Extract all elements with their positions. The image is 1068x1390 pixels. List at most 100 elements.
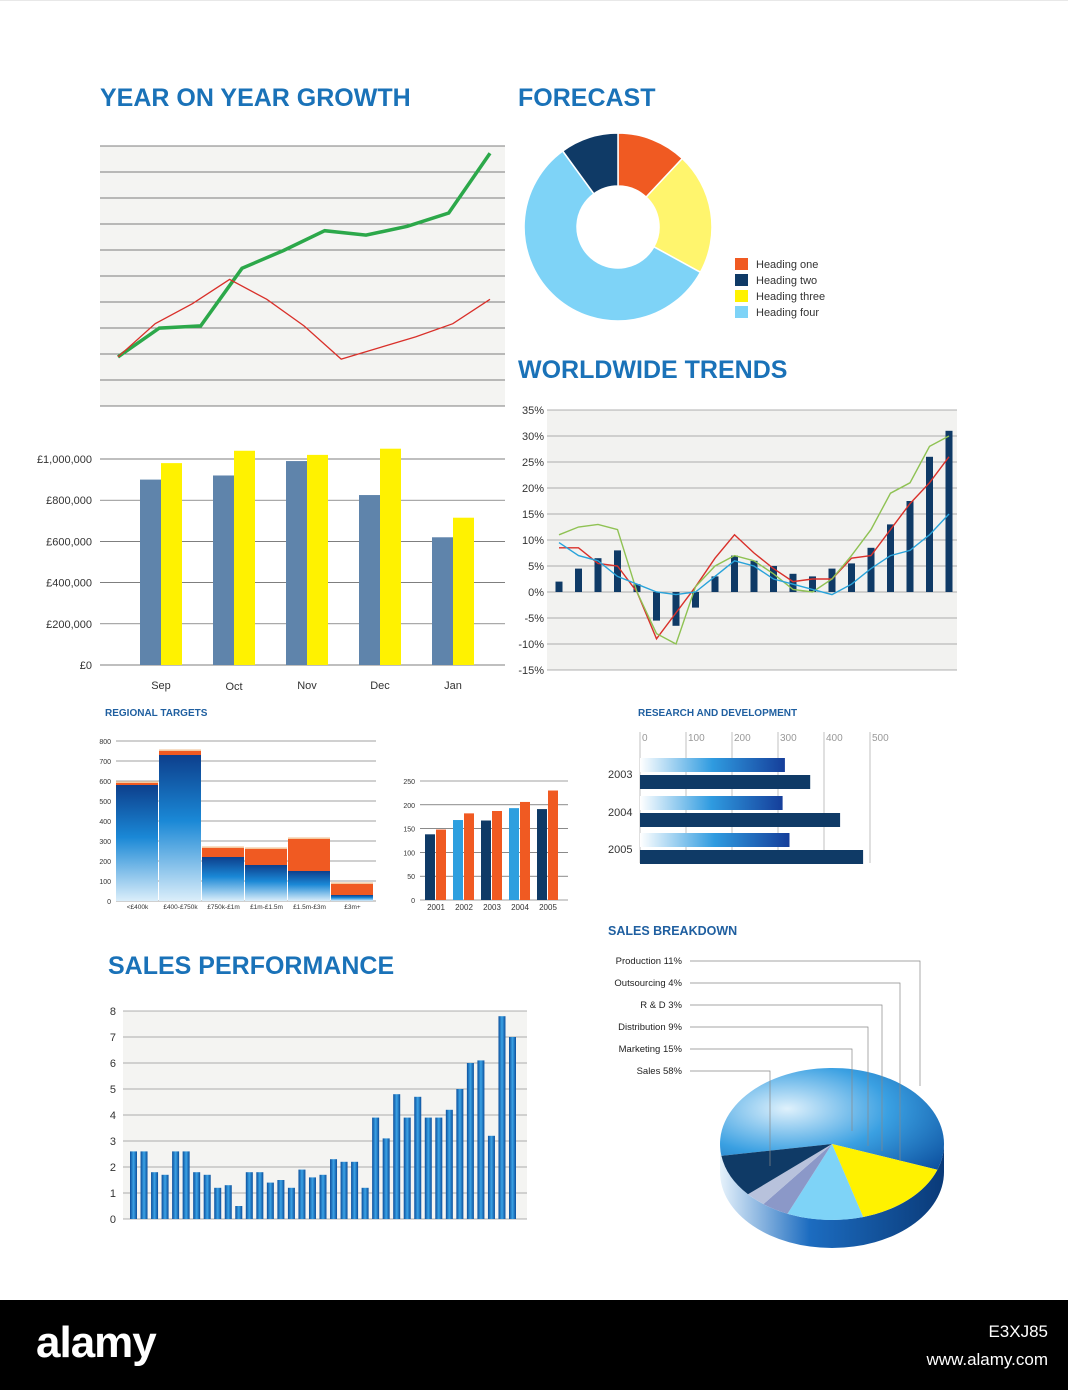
sales-ytick: 7 [110, 1032, 116, 1044]
monthly-bar-yellow [161, 463, 182, 665]
yearly-xtick: 2004 [511, 903, 529, 912]
rnd-bar-gradient [640, 796, 783, 810]
regional-segment-tan [159, 749, 201, 751]
regional-segment-tan [288, 837, 330, 839]
rnd-bar-navy [640, 813, 841, 827]
regional-xtick: £1.5m-£3m [293, 904, 326, 911]
forecast-legend-swatch [735, 274, 748, 286]
regional-segment-blue [159, 755, 201, 901]
regional-segment-orange [288, 839, 330, 871]
regional-ytick: 300 [99, 839, 111, 846]
yearly-bar [520, 801, 530, 900]
sales-bar [424, 1117, 432, 1219]
yearly-ytick: 100 [403, 850, 415, 857]
yearly-bar [464, 813, 474, 900]
poster: YEAR ON YEAR GROWTH FORECAST WORLDWIDE T… [0, 0, 1068, 1301]
trends-ytick: 20% [522, 483, 544, 495]
regional-segment-tan [331, 882, 373, 884]
sales-bar [151, 1172, 159, 1219]
charts-canvas: Heading one Heading two Heading three Headi… [37, 132, 957, 1248]
sales-bar [487, 1135, 495, 1219]
trends-bar [887, 524, 894, 592]
trends-bar [653, 592, 660, 621]
sales-bar [477, 1060, 485, 1219]
rnd-bar-navy [640, 775, 811, 789]
monthly-bar-yellow [453, 517, 474, 665]
sales-ytick: 6 [110, 1058, 116, 1070]
sales-ytick: 1 [110, 1188, 116, 1200]
regional-segment-blue [288, 871, 330, 901]
regional-ytick: 600 [99, 779, 111, 786]
yearly-ytick: 50 [407, 874, 415, 881]
sales-ytick: 3 [110, 1136, 116, 1148]
rnd-xtick: 500 [872, 733, 889, 744]
sales-bar [466, 1063, 474, 1219]
forecast-legend-label: Heading one [756, 259, 818, 271]
monthly-ytick: £200,000 [46, 619, 92, 631]
sales-bar [435, 1117, 443, 1219]
rnd-xtick: 400 [826, 733, 843, 744]
trends-bar [848, 563, 855, 592]
trends-ytick: -10% [518, 639, 544, 651]
sales-bar [330, 1159, 338, 1219]
trends-bar [614, 550, 621, 592]
trends-ytick: 0% [528, 587, 544, 599]
regional-segment-orange [331, 884, 373, 895]
monthly-bar-yellow [307, 454, 328, 665]
rnd-bar-gradient [640, 758, 785, 772]
sales-bar [319, 1174, 327, 1219]
sales-bar [235, 1206, 243, 1219]
regional-xtick: £750k-£1m [207, 904, 240, 911]
sales-ytick: 0 [110, 1214, 116, 1226]
monthly-bar-yellow [380, 448, 401, 665]
breakdown-leader [690, 960, 921, 1086]
trends-ytick: 10% [522, 535, 544, 547]
regional-ytick: 800 [99, 739, 111, 746]
rnd-ytick: 2003 [608, 769, 632, 781]
monthly-xtick: Nov [297, 680, 317, 692]
footer-bar [0, 1300, 1068, 1390]
forecast-legend-swatch [735, 306, 748, 318]
sales-bar [414, 1096, 422, 1219]
image-id: E3XJ85 [988, 1322, 1048, 1341]
monthly-bar-steel [213, 475, 234, 665]
regional-segment-orange [159, 751, 201, 755]
monthly-bar-steel [359, 495, 380, 665]
yearly-xtick: 2002 [455, 903, 473, 912]
sales-bar [340, 1161, 348, 1219]
forecast-legend-label: Heading two [756, 275, 817, 287]
regional-ytick: 200 [99, 859, 111, 866]
forecast-legend-swatch [735, 258, 748, 270]
yearly-bar [548, 790, 558, 900]
sales-bar [245, 1172, 253, 1219]
regional-segment-blue [331, 895, 373, 901]
regional-segment-blue [116, 785, 158, 901]
regional-xtick: <£400k [127, 904, 149, 911]
regional-segment-orange [202, 848, 244, 857]
sales-bar [203, 1174, 211, 1219]
monthly-bar-steel [432, 537, 453, 665]
forecast-legend-label: Heading four [756, 307, 819, 319]
monthly-xtick: Sep [151, 680, 171, 692]
monthly-bar-yellow [234, 450, 255, 665]
monthly-xtick: Jan [444, 680, 462, 692]
yearly-bar [537, 809, 547, 900]
sales-bar [277, 1180, 285, 1219]
trends-ytick: 15% [522, 509, 544, 521]
sales-bar [256, 1172, 264, 1219]
sales-bar [456, 1089, 464, 1219]
trends-ytick: -5% [524, 613, 544, 625]
sales-bar [351, 1161, 359, 1219]
sales-bar [382, 1138, 390, 1219]
sales-bar [172, 1151, 180, 1219]
sales-bar [498, 1016, 506, 1219]
rnd-bar-navy [640, 850, 864, 864]
yearly-xtick: 2003 [483, 903, 501, 912]
trends-bar [926, 456, 933, 592]
regional-segment-blue [245, 865, 287, 901]
monthly-ytick: £600,000 [46, 536, 92, 548]
yearly-ytick: 0 [411, 898, 415, 905]
forecast-legend-label: Heading three [756, 291, 825, 303]
rnd-ytick: 2005 [608, 844, 632, 856]
regional-segment-tan [202, 846, 244, 848]
